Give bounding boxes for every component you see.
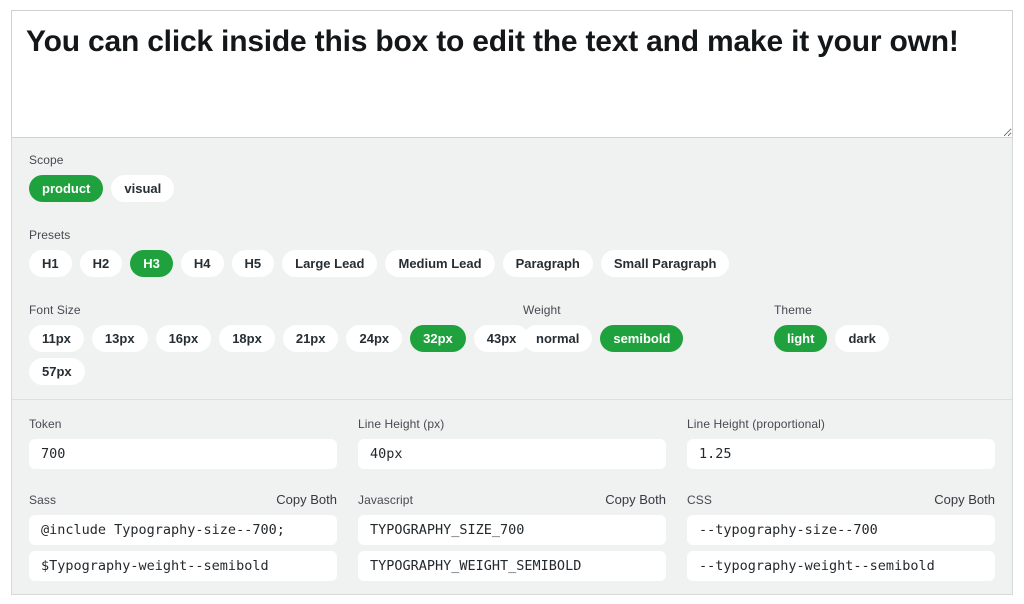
font-size-pill-16px[interactable]: 16px bbox=[156, 325, 212, 352]
presets-group: Presets H1 H2 H3 H4 H5 Large Lead Medium Lead P… bbox=[29, 228, 995, 277]
javascript-copy-both-button[interactable]: Copy Both bbox=[605, 492, 666, 507]
font-size-pill-13px[interactable]: 13px bbox=[92, 325, 148, 352]
javascript-weight-token[interactable]: TYPOGRAPHY_WEIGHT_SEMIBOLD bbox=[358, 551, 666, 581]
typography-playground: You can click inside this box to edit th… bbox=[0, 0, 1024, 604]
presets-pill-row: H1 H2 H3 H4 H5 Large Lead Medium Lead Paragraph… bbox=[29, 250, 995, 277]
css-label: CSS bbox=[687, 493, 712, 507]
javascript-size-token[interactable]: TYPOGRAPHY_SIZE_700 bbox=[358, 515, 666, 545]
preset-pill-small-paragraph[interactable]: Small Paragraph bbox=[601, 250, 730, 277]
token-value-field[interactable]: 700 bbox=[29, 439, 337, 469]
preset-pill-h5[interactable]: H5 bbox=[232, 250, 275, 277]
css-column: CSS Copy Both --typography-size--700 --t… bbox=[687, 492, 995, 581]
preset-pill-h1[interactable]: H1 bbox=[29, 250, 72, 277]
theme-group: Theme light dark bbox=[774, 303, 995, 385]
token-column: Token 700 bbox=[29, 417, 337, 469]
weight-label: Weight bbox=[523, 303, 774, 317]
font-size-pill-row-2: 57px bbox=[29, 358, 523, 385]
scope-pill-visual[interactable]: visual bbox=[111, 175, 174, 202]
controls-panel: Scope product visual Presets H1 H2 H3 H4 H5 La… bbox=[11, 138, 1013, 595]
weight-pill-semibold[interactable]: semibold bbox=[600, 325, 683, 352]
line-height-px-column: Line Height (px) 40px bbox=[358, 417, 666, 469]
scope-label: Scope bbox=[29, 153, 995, 167]
javascript-label: Javascript bbox=[358, 493, 413, 507]
sass-column: Sass Copy Both @include Typography-size-… bbox=[29, 492, 337, 581]
line-height-px-field[interactable]: 40px bbox=[358, 439, 666, 469]
scope-group: Scope product visual bbox=[29, 153, 995, 202]
token-label: Token bbox=[29, 417, 62, 431]
javascript-column: Javascript Copy Both TYPOGRAPHY_SIZE_700… bbox=[358, 492, 666, 581]
theme-pill-light[interactable]: light bbox=[774, 325, 827, 352]
token-line-height-grid: Token 700 Line Height (px) 40px Line Hei… bbox=[29, 417, 995, 469]
preset-pill-paragraph[interactable]: Paragraph bbox=[503, 250, 593, 277]
css-weight-token[interactable]: --typography-weight--semibold bbox=[687, 551, 995, 581]
font-size-pill-row-1: 11px13px16px18px21px24px32px43px bbox=[29, 325, 523, 352]
css-size-token[interactable]: --typography-size--700 bbox=[687, 515, 995, 545]
preset-pill-h3[interactable]: H3 bbox=[130, 250, 173, 277]
preview-text-editor[interactable]: You can click inside this box to edit th… bbox=[11, 10, 1013, 138]
font-size-pill-24px[interactable]: 24px bbox=[346, 325, 402, 352]
line-height-px-label: Line Height (px) bbox=[358, 417, 444, 431]
preset-pill-h2[interactable]: H2 bbox=[80, 250, 123, 277]
font-weight-theme-row: Font Size 11px 13px 16px 18px 21px 24px 32px 43… bbox=[29, 303, 995, 385]
weight-group: Weight normal semibold bbox=[523, 303, 774, 385]
sass-size-token[interactable]: @include Typography-size--700; bbox=[29, 515, 337, 545]
sass-copy-both-button[interactable]: Copy Both bbox=[276, 492, 337, 507]
scope-pill-row: product visual bbox=[29, 175, 995, 202]
preset-pill-medium-lead[interactable]: Medium Lead bbox=[385, 250, 494, 277]
line-height-proportional-column: Line Height (proportional) 1.25 bbox=[687, 417, 995, 469]
font-size-pill-43px[interactable]: 43px bbox=[474, 325, 530, 352]
preset-pill-large-lead[interactable]: Large Lead bbox=[282, 250, 377, 277]
theme-pill-row: light dark bbox=[774, 325, 995, 352]
font-size-pill-18px[interactable]: 18px bbox=[219, 325, 275, 352]
weight-pill-row: normal semibold bbox=[523, 325, 774, 352]
font-size-pill-57px[interactable]: 57px bbox=[29, 358, 85, 385]
weight-pill-normal[interactable]: normal bbox=[523, 325, 592, 352]
font-size-label: Font Size bbox=[29, 303, 523, 317]
line-height-proportional-field[interactable]: 1.25 bbox=[687, 439, 995, 469]
font-size-pill-11px[interactable]: 11px bbox=[29, 325, 84, 352]
sass-label: Sass bbox=[29, 493, 56, 507]
presets-label: Presets bbox=[29, 228, 995, 242]
code-output-grid: Sass Copy Both @include Typography-size-… bbox=[29, 492, 995, 581]
css-copy-both-button[interactable]: Copy Both bbox=[934, 492, 995, 507]
theme-pill-dark[interactable]: dark bbox=[835, 325, 888, 352]
font-size-pill-21px[interactable]: 21px bbox=[283, 325, 339, 352]
font-size-pill-32px[interactable]: 32px bbox=[410, 325, 466, 352]
line-height-proportional-label: Line Height (proportional) bbox=[687, 417, 825, 431]
sass-weight-token[interactable]: $Typography-weight--semibold bbox=[29, 551, 337, 581]
font-size-group: Font Size 11px13px16px18px21px24px32px43… bbox=[29, 303, 523, 385]
preset-pill-h4[interactable]: H4 bbox=[181, 250, 224, 277]
panel-divider bbox=[12, 399, 1012, 400]
scope-pill-product[interactable]: product bbox=[29, 175, 103, 202]
theme-label: Theme bbox=[774, 303, 995, 317]
